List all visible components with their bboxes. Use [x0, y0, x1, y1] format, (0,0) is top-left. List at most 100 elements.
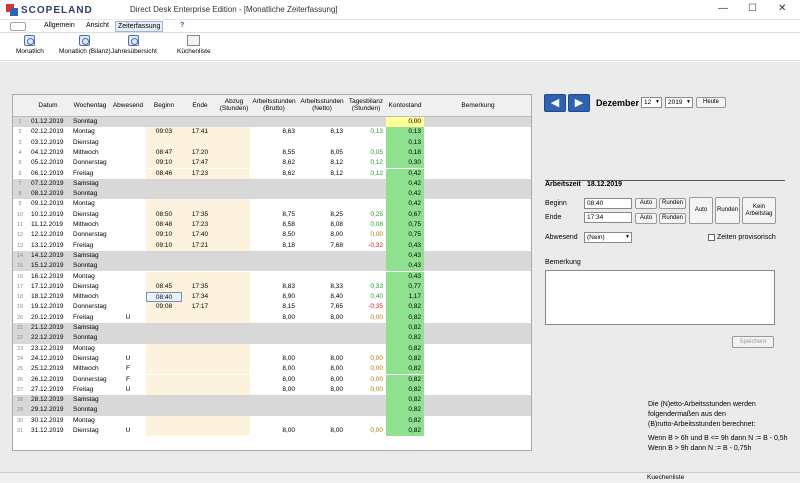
wochentag-cell[interactable]: Sonntag	[70, 117, 110, 127]
bemerkung-cell[interactable]	[424, 158, 531, 169]
netto-cell[interactable]	[298, 323, 346, 333]
brutto-cell[interactable]	[250, 199, 298, 210]
table-row[interactable]: 14 14.12.2019 Samstag 0,43	[13, 250, 531, 262]
tagesbilanz-cell[interactable]: 0,00	[346, 353, 386, 365]
beginn-cell[interactable]: 08:45	[146, 281, 182, 293]
brutto-cell[interactable]: 8,15	[250, 302, 298, 313]
netto-cell[interactable]: 8,25	[298, 209, 346, 220]
col-ende[interactable]: Ende	[182, 95, 218, 117]
ende-cell[interactable]: 17:35	[182, 209, 218, 220]
bemerkung-cell[interactable]	[424, 240, 531, 251]
table-row[interactable]: 24 24.12.2019 Dienstag U 8,00 8,00 0,00 0,82	[13, 353, 531, 365]
abwesend-cell[interactable]	[110, 199, 146, 210]
brutto-cell[interactable]: 8,83	[250, 281, 298, 293]
brutto-cell[interactable]: 8,62	[250, 158, 298, 169]
bemerkung-cell[interactable]	[424, 333, 531, 343]
kontostand-cell[interactable]: 0,75	[386, 220, 424, 231]
ende-cell[interactable]	[182, 251, 218, 261]
tagesbilanz-cell[interactable]	[346, 333, 386, 343]
table-row[interactable]: 21 21.12.2019 Samstag 0,82	[13, 323, 531, 334]
netto-cell[interactable]: 8,00	[298, 312, 346, 323]
table-row[interactable]: 9 09.12.2019 Montag 0,42	[13, 199, 531, 210]
kontostand-cell[interactable]: 0,43	[386, 240, 424, 251]
col-beginn[interactable]: Beginn	[146, 95, 182, 117]
tagesbilanz-cell[interactable]	[346, 199, 386, 210]
netto-cell[interactable]: 8,12	[298, 168, 346, 179]
kontostand-cell[interactable]: 0,82	[386, 343, 424, 354]
abwesend-cell[interactable]	[110, 220, 146, 231]
beginn-cell[interactable]	[146, 405, 182, 415]
abwesend-cell[interactable]	[110, 405, 146, 415]
abzug-cell[interactable]	[218, 302, 250, 313]
brutto-cell[interactable]	[250, 137, 298, 148]
tagesbilanz-cell[interactable]	[346, 415, 386, 426]
abzug-cell[interactable]	[218, 137, 250, 148]
brutto-cell[interactable]: 8,00	[250, 353, 298, 365]
wochentag-cell[interactable]: Samstag	[70, 395, 110, 405]
datum-cell[interactable]: 02.12.2019	[27, 127, 70, 137]
brutto-cell[interactable]: 8,18	[250, 240, 298, 251]
tagesbilanz-cell[interactable]	[346, 271, 386, 282]
abwesend-cell[interactable]	[110, 323, 146, 333]
beginn-cell[interactable]: 09:03	[146, 127, 182, 138]
kontostand-cell[interactable]: 0,77	[386, 281, 424, 293]
beginn-cell[interactable]	[146, 333, 182, 343]
tagesbilanz-cell[interactable]: -0,32	[346, 240, 386, 251]
abwesend-cell[interactable]: F	[110, 374, 146, 385]
ende-cell[interactable]	[182, 333, 218, 343]
table-row[interactable]: 25 25.12.2019 Mittwoch F 8,00 8,00 0,00 0,82	[13, 364, 531, 375]
kontostand-cell[interactable]: 0,00	[386, 117, 424, 128]
brutto-cell[interactable]: 8,55	[250, 147, 298, 159]
next-month-button[interactable]: ▶	[568, 94, 590, 112]
table-row[interactable]: 23 23.12.2019 Montag 0,82	[13, 343, 531, 354]
wochentag-cell[interactable]: Donnerstag	[70, 374, 110, 385]
netto-cell[interactable]	[298, 179, 346, 189]
bemerkung-cell[interactable]	[424, 281, 531, 293]
tagesbilanz-cell[interactable]: 0,00	[346, 364, 386, 375]
brutto-cell[interactable]	[250, 271, 298, 282]
jahresuebersicht-button[interactable]: Jahresübersicht	[111, 35, 157, 55]
table-row[interactable]: 18 18.12.2019 Mittwoch 08:40 17:34 8,90 8,40 0,…	[13, 292, 531, 303]
beginn-input[interactable]: 08:40	[584, 198, 632, 209]
tagesbilanz-cell[interactable]: -0,35	[346, 302, 386, 313]
col-wochentag[interactable]: Wochentag	[70, 95, 110, 117]
kontostand-cell[interactable]: 1,17	[386, 292, 424, 303]
kontostand-cell[interactable]: 0,13	[386, 137, 424, 148]
ende-cell[interactable]	[182, 395, 218, 405]
abwesend-cell[interactable]	[110, 395, 146, 405]
table-row[interactable]: 19 19.12.2019 Donnerstag 09:08 17:17 8,15 7,65…	[13, 302, 531, 313]
brutto-cell[interactable]: 8,75	[250, 209, 298, 220]
wochentag-cell[interactable]: Montag	[70, 127, 110, 138]
ende-cell[interactable]: 17:23	[182, 220, 218, 231]
datum-cell[interactable]: 08.12.2019	[27, 189, 70, 199]
ende-cell[interactable]: 17:21	[182, 240, 218, 251]
bemerkung-cell[interactable]	[424, 395, 531, 405]
netto-cell[interactable]: 8,13	[298, 127, 346, 138]
brutto-cell[interactable]: 8,00	[250, 312, 298, 323]
col-brutto[interactable]: Arbeitsstunden (Brutto)	[250, 95, 298, 117]
abzug-cell[interactable]	[218, 147, 250, 159]
beginn-cell[interactable]	[146, 374, 182, 385]
abzug-cell[interactable]	[218, 240, 250, 251]
beginn-cell[interactable]	[146, 137, 182, 148]
abwesend-cell[interactable]	[110, 261, 146, 271]
tagesbilanz-cell[interactable]: 0,12	[346, 158, 386, 169]
abwesend-cell[interactable]	[110, 343, 146, 354]
table-row[interactable]: 22 22.12.2019 Sonntag 0,82	[13, 333, 531, 344]
table-row[interactable]: 31 31.12.2019 Dienstag U 8,00 8,00 0,00 0,82	[13, 426, 531, 437]
netto-cell[interactable]: 7,68	[298, 240, 346, 251]
table-row[interactable]: 6 06.12.2019 Freitag 08:46 17:23 8,62 8,12 0,12…	[13, 168, 531, 179]
beginn-cell[interactable]	[146, 312, 182, 323]
kontostand-cell[interactable]: 0,43	[386, 261, 424, 272]
wochentag-cell[interactable]: Sonntag	[70, 189, 110, 199]
bemerkung-cell[interactable]	[424, 168, 531, 179]
abwesend-cell[interactable]	[110, 271, 146, 282]
wochentag-cell[interactable]: Mittwoch	[70, 147, 110, 159]
wochentag-cell[interactable]: Freitag	[70, 240, 110, 251]
wochentag-cell[interactable]: Mittwoch	[70, 364, 110, 375]
bemerkung-cell[interactable]	[424, 364, 531, 375]
abzug-cell[interactable]	[218, 251, 250, 261]
tagesbilanz-cell[interactable]	[346, 395, 386, 405]
abwesend-cell[interactable]	[110, 333, 146, 343]
beginn-cell[interactable]	[146, 343, 182, 354]
